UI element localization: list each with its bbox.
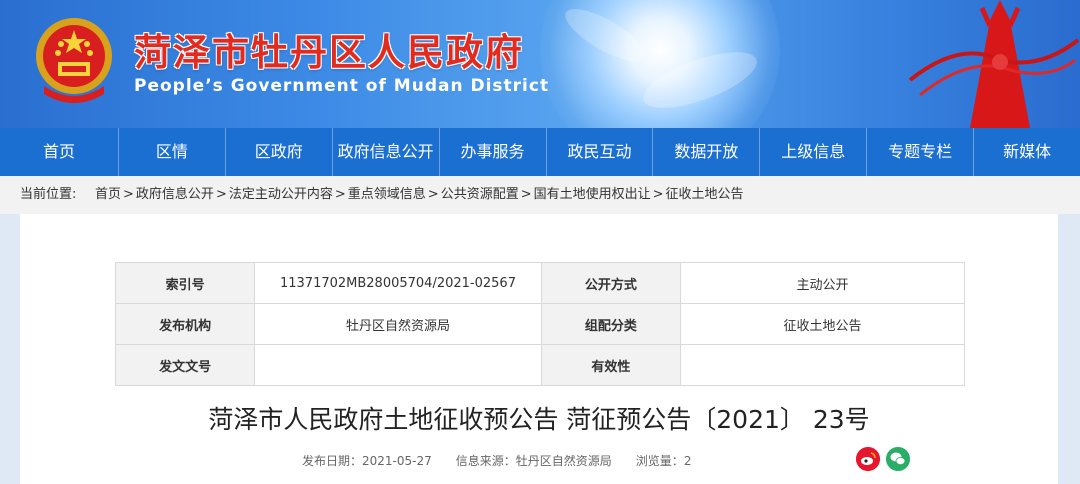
national-emblem-icon (36, 18, 112, 103)
table-row: 发文文号 有效性 (114, 344, 966, 386)
breadcrumb-item[interactable]: 重点领域信息 (348, 176, 426, 214)
meta-key: 发布机构 (114, 303, 256, 345)
meta-key: 有效性 (540, 344, 681, 386)
nav-open-data[interactable]: 数据开放 (653, 128, 761, 176)
nav-district-info[interactable]: 区情 (119, 128, 226, 176)
breadcrumb-item[interactable]: 政府信息公开 (136, 176, 214, 214)
nav-topics[interactable]: 专题专栏 (867, 128, 975, 176)
breadcrumb-item[interactable]: 首页 (95, 176, 121, 214)
info-source: 牡丹区自然资源局 (515, 454, 612, 468)
breadcrumb-item[interactable]: 国有土地使用权出让 (534, 176, 651, 214)
meta-value: 11371702MB28005704/2021-02567 (254, 262, 542, 304)
meta-key: 索引号 (114, 262, 256, 304)
article-panel: 索引号 11371702MB28005704/2021-02567 公开方式 主… (20, 214, 1058, 484)
meta-key: 公开方式 (540, 262, 681, 304)
meta-value: 征收土地公告 (679, 303, 966, 345)
site-title-cn: 菏泽市牡丹区人民政府 (134, 31, 524, 74)
meta-value (679, 344, 966, 386)
view-count: 2 (683, 454, 692, 468)
views-label: 浏览量： (635, 454, 684, 468)
nav-services[interactable]: 办事服务 (440, 128, 547, 176)
nav-interaction[interactable]: 政民互动 (547, 128, 654, 176)
breadcrumb-item[interactable]: 法定主动公开内容 (229, 176, 333, 214)
meta-key: 发文文号 (114, 344, 256, 386)
nav-district-gov[interactable]: 区政府 (226, 128, 333, 176)
meta-value: 主动公开 (679, 262, 966, 304)
meta-key: 组配分类 (540, 303, 681, 345)
main-nav: 首页 区情 区政府 政府信息公开 办事服务 政民互动 数据开放 上级信息 专题专… (0, 128, 1080, 176)
breadcrumb: 当前位置: 首页 > 政府信息公开 > 法定主动公开内容 > 重点领域信息 > 公共资源… (0, 176, 1080, 214)
breadcrumb-item[interactable]: 公共资源配置 (441, 176, 519, 214)
source-label: 信息来源： (455, 454, 516, 468)
article-title: 菏泽市人民政府土地征收预公告 菏征预公告〔2021〕 23号 (208, 405, 870, 434)
nav-new-media[interactable]: 新媒体 (974, 128, 1080, 176)
wechat-icon[interactable] (886, 447, 910, 471)
article-info: 发布日期：2021-05-27 信息来源：牡丹区自然资源局 浏览量：2 (302, 452, 691, 469)
meta-value (254, 344, 542, 386)
mascot-icon (908, 0, 1080, 128)
metadata-table: 索引号 11371702MB28005704/2021-02567 公开方式 主… (114, 262, 966, 386)
date-label: 发布日期： (302, 454, 363, 468)
nav-upper-info[interactable]: 上级信息 (760, 128, 868, 176)
header-banner: 菏泽市牡丹区人民政府 People’s Government of Mudan … (0, 0, 1080, 128)
nav-gov-disclosure[interactable]: 政府信息公开 (333, 128, 440, 176)
publish-date: 2021-05-27 (362, 454, 432, 468)
nav-home[interactable]: 首页 (0, 128, 119, 176)
breadcrumb-item-current[interactable]: 征收土地公告 (666, 176, 744, 214)
table-row: 索引号 11371702MB28005704/2021-02567 公开方式 主… (114, 262, 966, 304)
meta-value: 牡丹区自然资源局 (254, 303, 542, 345)
breadcrumb-label: 当前位置: (20, 187, 77, 202)
site-title-en: People’s Government of Mudan District (134, 76, 550, 96)
table-row: 发布机构 牡丹区自然资源局 组配分类 征收土地公告 (114, 303, 966, 345)
weibo-icon[interactable] (856, 447, 880, 471)
